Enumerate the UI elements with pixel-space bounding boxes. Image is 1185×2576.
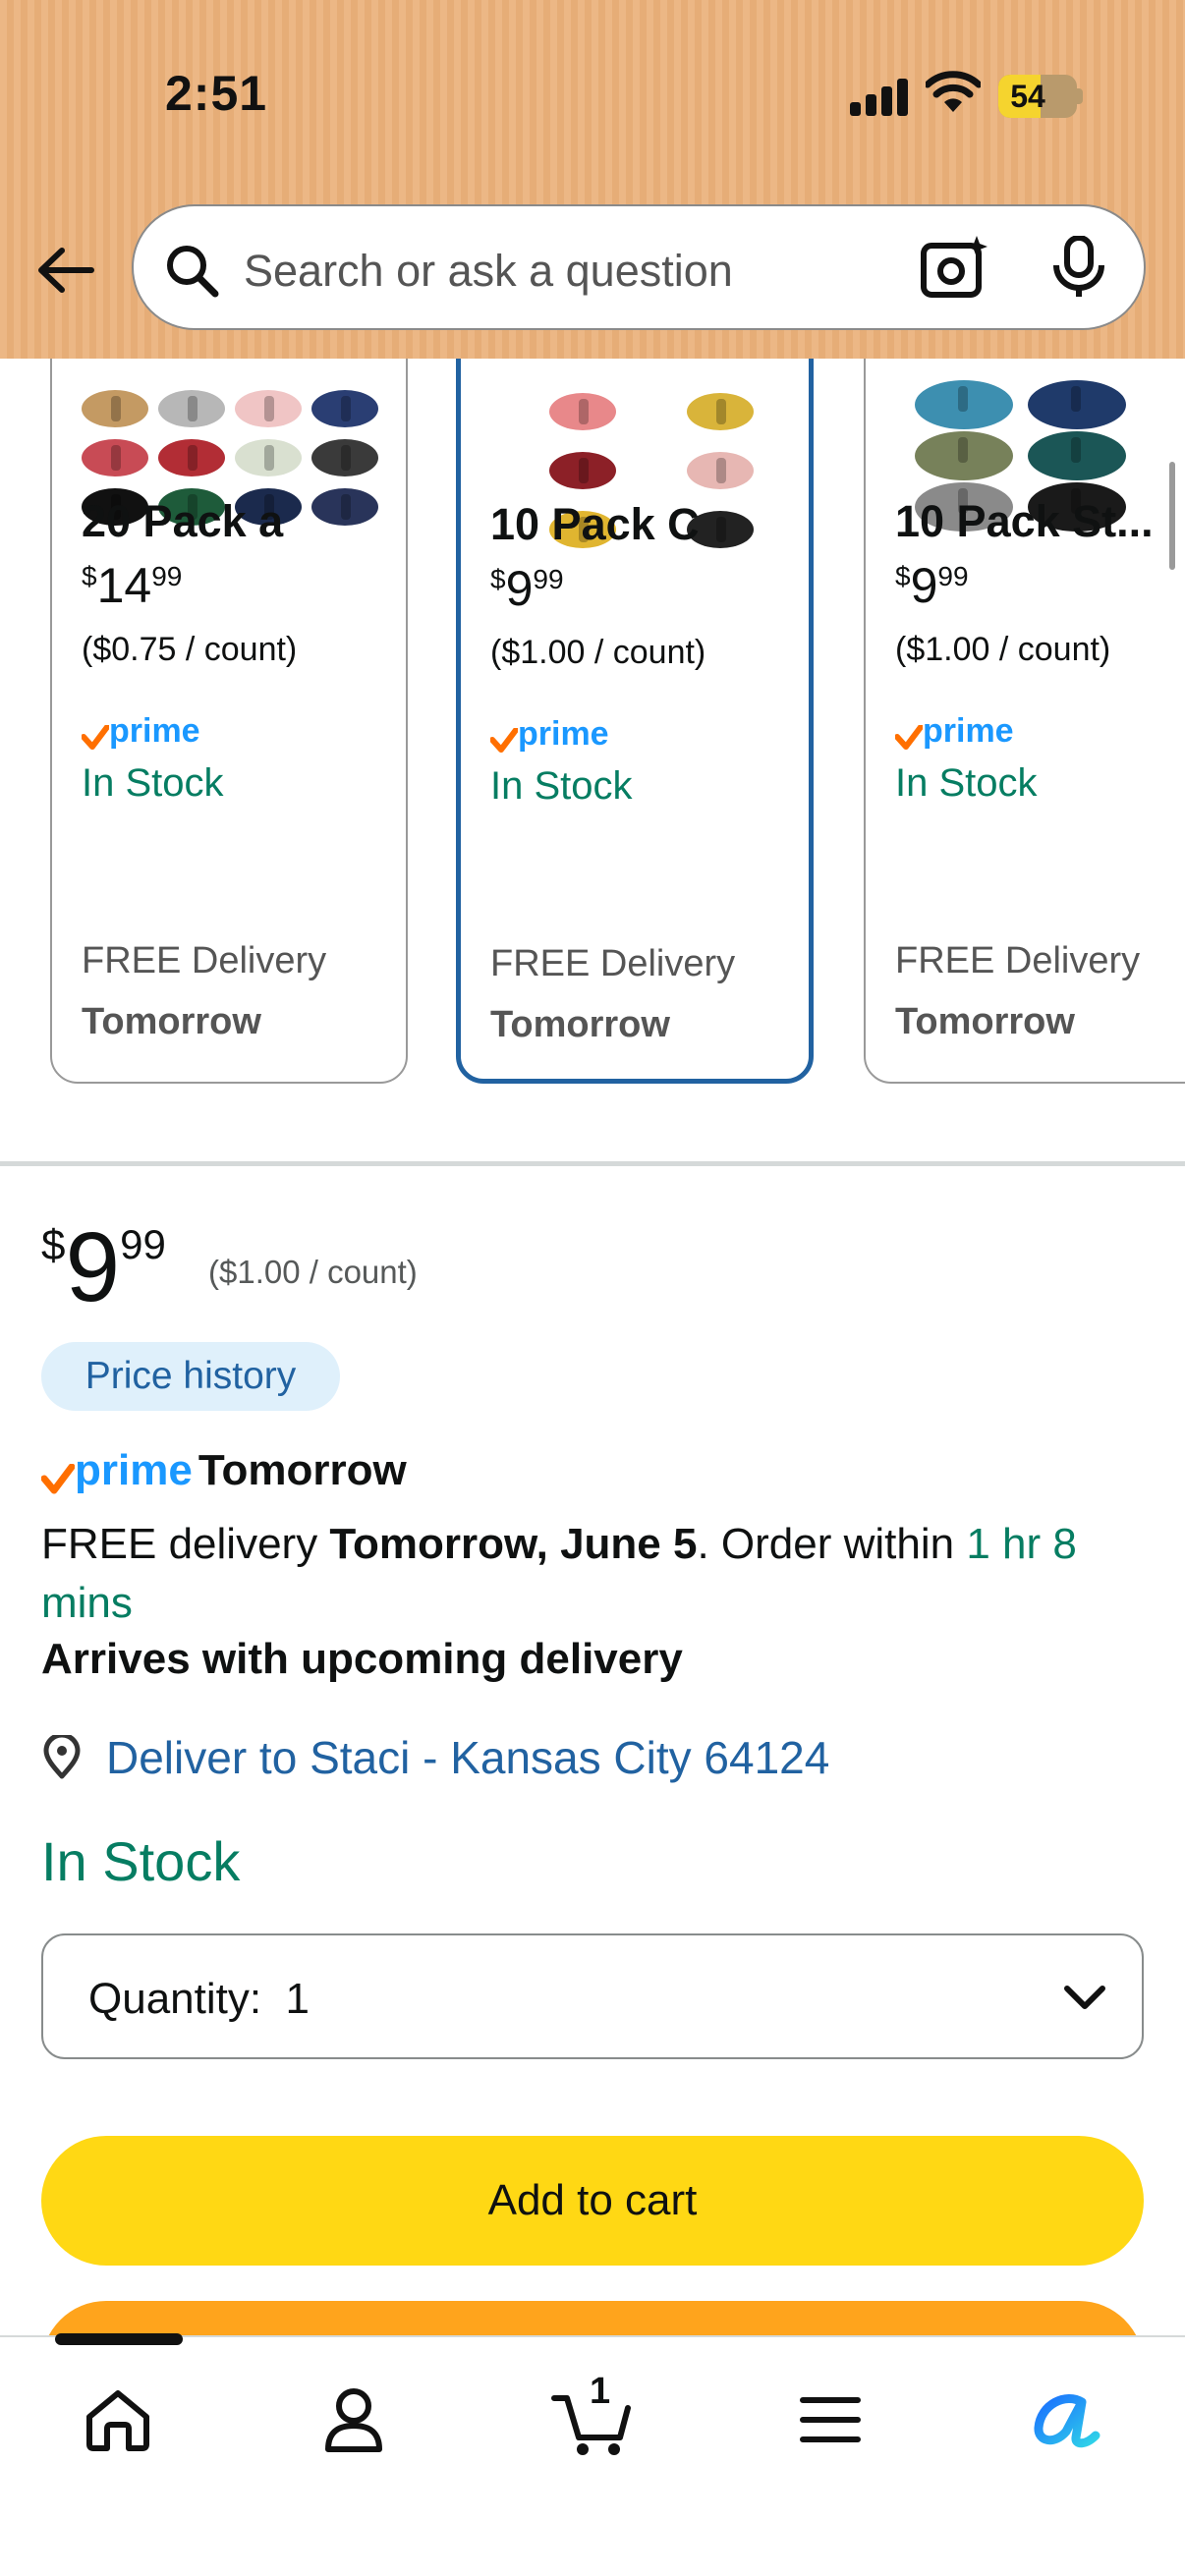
nav-cart[interactable]: 1	[543, 2371, 642, 2469]
unit-price: ($1.00 / count)	[208, 1254, 418, 1290]
order-within: . Order within	[697, 1520, 955, 1568]
delivery-date: Tomorrow, June 5	[329, 1520, 698, 1568]
nav-menu[interactable]	[781, 2371, 879, 2469]
prime-delivery-day: Tomorrow	[198, 1446, 407, 1494]
add-to-cart-button[interactable]: Add to cart	[41, 2136, 1144, 2266]
variant-stock: In Stock	[82, 761, 224, 805]
header: 2:51 54 Search or ask a question	[0, 0, 1185, 359]
variant-name: 10 Pack C	[490, 499, 700, 549]
microphone-icon[interactable]	[1051, 236, 1106, 299]
variant-delivery: FREE Delivery	[895, 940, 1141, 981]
battery-level: 54	[1010, 79, 1045, 114]
prime-logo: prime	[41, 1446, 193, 1495]
cellular-signal-icon	[850, 77, 909, 116]
prime-word: prime	[75, 1446, 193, 1494]
home-icon	[86, 2390, 149, 2451]
cart-count: 1	[590, 2371, 611, 2412]
price-dollars: 9	[505, 561, 534, 616]
arrives-message: Arrives with upcoming delivery	[41, 1635, 683, 1683]
deliver-to-link[interactable]: Deliver to Staci - Kansas City 64124	[41, 1731, 829, 1784]
battery-cap	[1077, 88, 1083, 104]
product-price: $999	[41, 1218, 166, 1316]
wifi-icon	[926, 71, 981, 112]
variant-stock: In Stock	[895, 761, 1038, 805]
variant-name: 10 Pack St...	[895, 496, 1154, 546]
delivery-message: FREE delivery Tomorrow, June 5. Order wi…	[41, 1515, 1152, 1633]
price-dollars: 9	[65, 1212, 121, 1322]
free-delivery-prefix: FREE delivery	[41, 1520, 318, 1568]
bottom-nav: 1	[0, 2333, 1185, 2576]
quantity-label: Quantity: 1	[88, 1975, 310, 2024]
variant-delivery-day: Tomorrow	[895, 1001, 1075, 1042]
variant-price: $999	[895, 558, 969, 613]
variant-card[interactable]: 20 Pack a $1499 ($0.75 / count) prime In…	[50, 359, 408, 1084]
variant-carousel[interactable]: 20 Pack a $1499 ($0.75 / count) prime In…	[0, 359, 1185, 1125]
quantity-select[interactable]: Quantity: 1	[41, 1933, 1144, 2059]
search-placeholder: Search or ask a question	[244, 246, 733, 296]
variant-delivery: FREE Delivery	[82, 940, 327, 981]
variant-delivery-day: Tomorrow	[82, 1001, 261, 1042]
camera-search-icon[interactable]	[920, 234, 990, 301]
quantity-label-text: Quantity:	[88, 1975, 262, 2023]
variant-card-selected[interactable]: 10 Pack C $999 ($1.00 / count) prime In …	[456, 359, 814, 1084]
variant-card[interactable]: 10 Pack St... $999 ($1.00 / count) prime…	[864, 359, 1185, 1084]
prime-check-icon	[490, 728, 518, 753]
variant-delivery-day: Tomorrow	[490, 1004, 670, 1045]
nav-rufus-ai[interactable]	[1017, 2371, 1115, 2469]
price-currency: $	[41, 1221, 66, 1269]
variant-unit-price: ($1.00 / count)	[490, 634, 706, 671]
prime-word: prime	[109, 712, 200, 750]
prime-badge: prime	[82, 712, 200, 751]
prime-badge: prime	[895, 712, 1014, 751]
price-history-button[interactable]: Price history	[41, 1342, 340, 1411]
price-cents: 99	[120, 1221, 166, 1267]
price-cents: 99	[533, 564, 564, 594]
prime-badge: prime	[490, 715, 609, 754]
price-dollars: 9	[910, 558, 938, 613]
deliver-to-address: Deliver to Staci - Kansas City 64124	[106, 1732, 830, 1783]
prime-word: prime	[923, 712, 1014, 750]
quantity-value: 1	[285, 1975, 310, 2023]
availability-status: In Stock	[41, 1830, 241, 1892]
prime-check-icon	[895, 725, 923, 750]
nav-home[interactable]	[69, 2371, 167, 2469]
search-bar[interactable]: Search or ask a question	[132, 204, 1146, 330]
active-tab-indicator	[55, 2333, 183, 2345]
prime-delivery-badge: prime Tomorrow	[41, 1446, 407, 1495]
hamburger-menu-icon	[800, 2397, 861, 2442]
prime-check-icon	[41, 1464, 75, 1494]
prime-check-icon	[82, 725, 109, 750]
back-button[interactable]	[31, 236, 100, 305]
nav-account[interactable]	[305, 2371, 403, 2469]
price-cents: 99	[151, 561, 183, 591]
variant-unit-price: ($1.00 / count)	[895, 631, 1111, 668]
price-dollars: 14	[96, 558, 152, 613]
user-icon	[325, 2388, 382, 2452]
variant-stock: In Stock	[490, 764, 633, 808]
battery-icon: 54	[998, 75, 1077, 118]
variant-delivery: FREE Delivery	[490, 943, 736, 984]
variant-unit-price: ($0.75 / count)	[82, 631, 298, 668]
variant-price: $999	[490, 561, 564, 616]
variant-name: 20 Pack a	[82, 496, 284, 546]
status-time: 2:51	[165, 66, 268, 121]
price-cents: 99	[937, 561, 969, 591]
back-arrow-icon	[38, 248, 94, 293]
chevron-down-icon	[1064, 1986, 1105, 2009]
prime-word: prime	[518, 715, 609, 753]
location-pin-icon	[43, 1735, 81, 1779]
variant-price: $1499	[82, 558, 183, 613]
scrollbar[interactable]	[1169, 462, 1175, 570]
rufus-ai-icon	[1034, 2393, 1100, 2448]
divider	[0, 1161, 1185, 1166]
search-icon	[167, 246, 219, 298]
